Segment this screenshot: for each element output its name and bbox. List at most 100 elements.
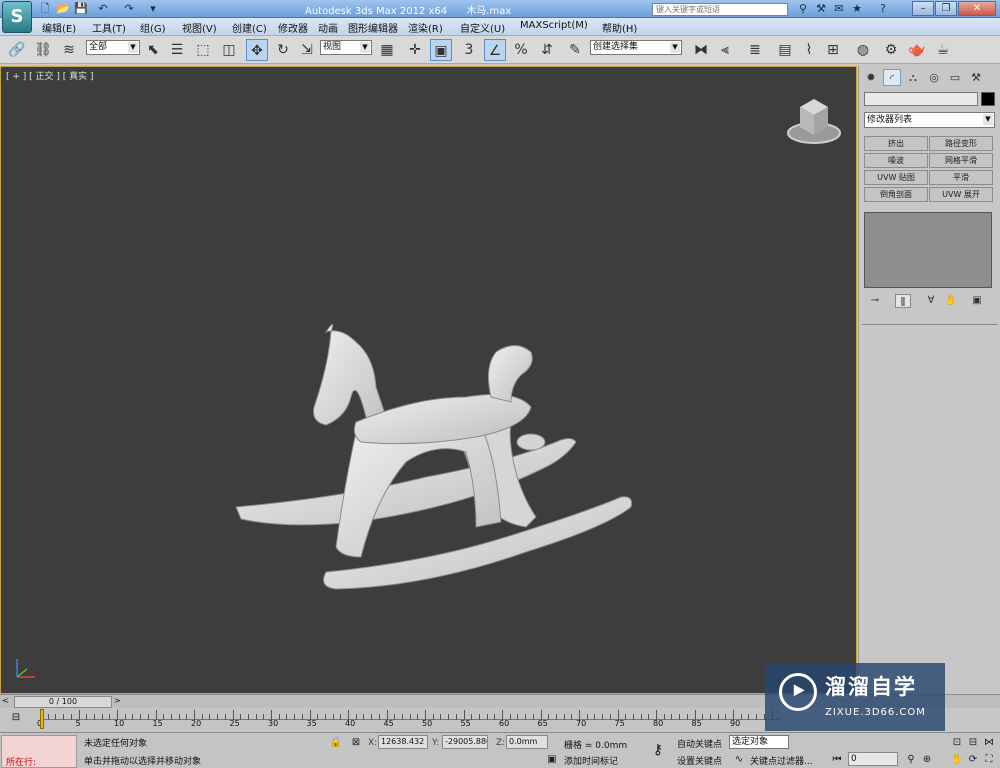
x-coordinate-field[interactable]: 12638.432: [378, 735, 428, 749]
save-file-icon[interactable]: 💾: [74, 2, 88, 16]
close-button[interactable]: ✕: [958, 1, 996, 16]
viewport-label[interactable]: [ + ] [ 正交 ] [ 真实 ]: [6, 69, 94, 82]
orbit-icon[interactable]: ⟳: [966, 753, 980, 767]
menu-edit[interactable]: 编辑(E): [42, 20, 76, 35]
key-filter-curve-icon[interactable]: ∿: [732, 753, 746, 767]
render-production-icon[interactable]: ☕: [932, 39, 954, 61]
absolute-mode-icon[interactable]: ⊠: [349, 736, 363, 750]
menu-tools[interactable]: 工具(T): [92, 20, 126, 35]
modifier-path-deform-button[interactable]: 路径变形: [929, 136, 993, 151]
graphite-ribbon-icon[interactable]: ▤: [774, 39, 796, 61]
menu-create[interactable]: 创建(C): [232, 20, 267, 35]
communication-center-icon[interactable]: ✉: [832, 2, 846, 16]
select-and-scale-icon[interactable]: ⇲: [296, 39, 318, 61]
select-and-move-icon[interactable]: ✥: [246, 39, 268, 61]
remove-modifier-icon[interactable]: ✋: [943, 294, 959, 308]
modifier-smooth-button[interactable]: 平滑: [929, 170, 993, 185]
binoculars-icon[interactable]: ⚲: [796, 2, 810, 16]
select-and-rotate-icon[interactable]: ↻: [272, 39, 294, 61]
select-manipulate-icon[interactable]: ✛: [404, 39, 426, 61]
time-slider-next[interactable]: >: [114, 696, 121, 705]
align-icon[interactable]: ⫷: [714, 39, 736, 61]
quick-access-dropdown-icon[interactable]: ▾: [146, 2, 160, 16]
menu-help[interactable]: 帮助(H): [602, 20, 637, 35]
curve-editor-icon[interactable]: ⌇: [798, 39, 820, 61]
pan-view-icon[interactable]: ✋: [950, 753, 964, 767]
open-file-icon[interactable]: 📂: [56, 2, 70, 16]
link-icon[interactable]: 🔗: [6, 39, 28, 61]
modifier-extrude-button[interactable]: 挤出: [864, 136, 928, 151]
modifier-noise-button[interactable]: 噪波: [864, 153, 928, 168]
menu-views[interactable]: 视图(V): [182, 20, 217, 35]
menu-modifiers[interactable]: 修改器: [278, 20, 308, 35]
current-frame-field[interactable]: 0: [848, 752, 898, 766]
go-to-start-icon[interactable]: ⏮: [830, 753, 844, 767]
rocking-horse-model[interactable]: [226, 257, 636, 602]
zoom-icon[interactable]: ⚲: [904, 753, 918, 767]
maximize-button[interactable]: ❐: [935, 1, 957, 16]
menu-rendering[interactable]: 渲染(R): [408, 20, 443, 35]
object-color-swatch[interactable]: [981, 92, 995, 106]
set-key-button[interactable]: 设置关键点: [677, 754, 722, 767]
zoom-extents-all-icon[interactable]: ⊟: [966, 736, 980, 750]
perspective-viewport[interactable]: [ + ] [ 正交 ] [ 真实 ]: [0, 66, 857, 694]
utilities-tab-icon[interactable]: ⚒: [967, 69, 985, 86]
auto-key-button[interactable]: 自动关键点: [677, 737, 722, 750]
material-editor-icon[interactable]: ◍: [852, 39, 874, 61]
rendered-frame-window-icon[interactable]: 🫖: [906, 39, 928, 61]
undo-icon[interactable]: ↶: [96, 2, 110, 16]
help-search-input[interactable]: 键入关键字或短语: [652, 3, 788, 16]
layer-manager-icon[interactable]: ≣: [744, 39, 766, 61]
key-selection-dropdown[interactable]: 选定对象: [729, 735, 789, 749]
mini-curve-editor-icon[interactable]: ⊟: [8, 712, 24, 724]
motion-tab-icon[interactable]: ◎: [925, 69, 943, 86]
modifier-stack-list[interactable]: [864, 212, 992, 288]
edit-named-selection-icon[interactable]: ✎: [564, 39, 586, 61]
display-tab-icon[interactable]: ▭: [946, 69, 964, 86]
pivot-center-icon[interactable]: ▦: [376, 39, 398, 61]
current-frame-marker[interactable]: [40, 709, 44, 729]
configure-modifier-sets-icon[interactable]: ▣: [969, 294, 985, 308]
percent-snap-icon[interactable]: %: [510, 39, 532, 61]
snaps-toggle-icon[interactable]: 3: [458, 39, 480, 61]
selection-lock-icon[interactable]: 🔒: [329, 736, 343, 750]
time-tag-icon[interactable]: ▣: [545, 753, 559, 767]
make-unique-icon[interactable]: ∀: [923, 294, 939, 308]
set-key-icon[interactable]: ⚷: [646, 739, 670, 761]
maxscript-listener[interactable]: 所在行:: [1, 735, 77, 768]
menu-group[interactable]: 组(G): [140, 20, 166, 35]
menu-customize[interactable]: 自定义(U): [460, 20, 505, 35]
reference-coordinate-dropdown[interactable]: 视图 ▼: [320, 40, 372, 55]
modifier-meshsmooth-button[interactable]: 网格平滑: [929, 153, 993, 168]
zoom-extents-icon[interactable]: ⊡: [950, 736, 964, 750]
help-icon[interactable]: ?: [876, 2, 890, 16]
field-of-view-icon[interactable]: ⋈: [982, 736, 996, 750]
rectangular-selection-icon[interactable]: ⬚: [192, 39, 214, 61]
menu-maxscript[interactable]: MAXScript(M): [520, 20, 588, 31]
unlink-icon[interactable]: ⛓: [32, 39, 54, 61]
time-slider-thumb[interactable]: 0 / 100: [14, 696, 112, 708]
maximize-viewport-icon[interactable]: ⛶: [982, 753, 996, 767]
redo-icon[interactable]: ↷: [122, 2, 136, 16]
track-bar[interactable]: ⊟ 051015202530354045505560657075808590: [0, 708, 780, 732]
time-slider-prev[interactable]: <: [2, 696, 9, 705]
mirror-icon[interactable]: ⧓: [690, 39, 712, 61]
render-setup-icon[interactable]: ⚙: [880, 39, 902, 61]
modify-tab-icon[interactable]: ◜: [883, 69, 901, 86]
modifier-uvw-map-button[interactable]: UVW 贴图: [864, 170, 928, 185]
viewcube-icon[interactable]: [786, 95, 842, 147]
keyboard-shortcut-override-icon[interactable]: ▣: [430, 39, 452, 61]
angle-snap-icon[interactable]: ∠: [484, 39, 506, 61]
window-crossing-icon[interactable]: ◫: [218, 39, 240, 61]
select-by-name-icon[interactable]: ☰: [166, 39, 188, 61]
modifier-list-dropdown[interactable]: 修改器列表 ▼: [864, 112, 995, 128]
spinner-snap-icon[interactable]: ⇵: [536, 39, 558, 61]
hierarchy-tab-icon[interactable]: ⛬: [904, 69, 922, 86]
show-end-result-icon[interactable]: ǁ: [895, 294, 911, 308]
menu-animation[interactable]: 动画: [318, 20, 338, 35]
select-object-icon[interactable]: ⬉: [142, 39, 164, 61]
favorites-star-icon[interactable]: ★: [850, 2, 864, 16]
new-file-icon[interactable]: 🗋: [38, 2, 52, 16]
selection-filter-dropdown[interactable]: 全部 ▼: [86, 40, 140, 55]
tools-icon[interactable]: ⚒: [814, 2, 828, 16]
